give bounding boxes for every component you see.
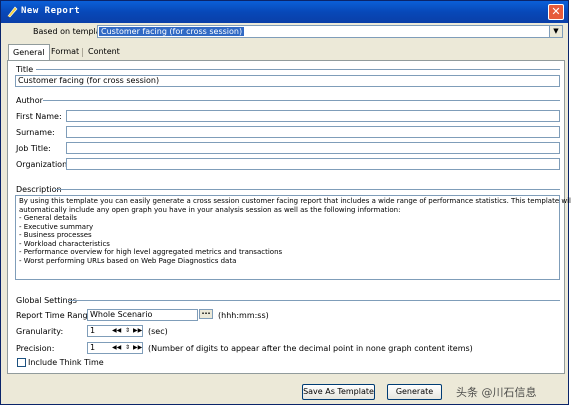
window-title: New Report — [21, 6, 81, 16]
description-line: - Executive summary — [19, 222, 94, 231]
close-button[interactable]: ✕ — [548, 4, 564, 20]
granularity-label: Granularity: — [16, 327, 64, 336]
organization-label: Organization: — [16, 160, 70, 169]
group-divider — [36, 69, 560, 70]
tab-divider — [82, 48, 83, 57]
general-tab-panel: Title Customer facing (for cross session… — [7, 60, 571, 374]
increase-fast-icon[interactable]: ▶▶ — [133, 326, 142, 336]
template-select[interactable]: Customer facing (for cross session) ▼ — [97, 25, 563, 38]
think-time-label: Include Think Time — [28, 358, 104, 367]
chevron-down-icon[interactable]: ▼ — [549, 26, 562, 37]
increase-fast-icon[interactable]: ▶▶ — [133, 343, 142, 353]
tab-format[interactable]: Format — [47, 45, 83, 59]
granularity-unit: (sec) — [148, 327, 168, 336]
author-group-label: Author — [16, 96, 43, 105]
job-title-field[interactable] — [66, 142, 560, 154]
title-bar[interactable]: New Report ✕ — [1, 1, 568, 23]
description-line: - General details — [19, 214, 77, 222]
precision-hint: (Number of digits to appear after the de… — [148, 344, 473, 353]
first-name-field[interactable] — [66, 110, 560, 122]
watermark-logo: 头条 @川石信息 — [456, 386, 537, 399]
new-report-dialog: New Report ✕ Based on template Customer … — [0, 0, 571, 405]
description-textarea[interactable]: By using this template you can easily ge… — [15, 195, 571, 280]
group-divider — [68, 300, 560, 301]
title-input[interactable]: Customer facing (for cross session) — [15, 75, 560, 87]
browse-button[interactable]: ··· — [199, 309, 213, 319]
granularity-stepper[interactable]: 1 ◀◀ ⇕ ▶▶ — [87, 325, 143, 337]
granularity-value: 1 — [90, 326, 96, 335]
description-line: By using this template you can easily ge… — [19, 197, 571, 205]
precision-label: Precision: — [16, 344, 55, 353]
description-line: - Worst performing URLs based on Web Pag… — [19, 256, 237, 265]
description-line: - Business processes — [19, 231, 92, 239]
first-name-label: First Name: — [16, 112, 62, 121]
tab-general[interactable]: General — [8, 44, 50, 61]
job-title-label: Job Title: — [16, 144, 51, 153]
description-line: - Performance overview for high level ag… — [19, 248, 283, 256]
spin-updown-icon[interactable]: ⇕ — [123, 343, 132, 353]
description-line: - Workload characteristics — [19, 239, 110, 248]
precision-stepper[interactable]: 1 ◀◀ ⇕ ▶▶ — [87, 342, 143, 354]
template-selected-value: Customer facing (for cross session) — [99, 27, 245, 36]
time-range-field[interactable]: Whole Scenario — [87, 309, 198, 321]
time-range-label: Report Time Range: — [16, 311, 96, 320]
time-format-hint: (hhh:mm:ss) — [218, 311, 269, 320]
surname-label: Surname: — [16, 128, 55, 137]
tab-content[interactable]: Content — [84, 45, 124, 59]
generate-button[interactable]: Generate — [387, 384, 442, 400]
group-divider — [55, 189, 560, 190]
decrease-fast-icon[interactable]: ◀◀ — [112, 326, 121, 336]
surname-field[interactable] — [66, 126, 560, 138]
save-as-template-button[interactable]: Save As Template — [302, 384, 375, 400]
description-line: automatically include any open graph you… — [19, 205, 401, 214]
group-divider — [43, 100, 560, 101]
title-group-label: Title — [16, 65, 34, 74]
precision-value: 1 — [90, 343, 96, 352]
think-time-checkbox[interactable] — [17, 358, 26, 367]
organization-field[interactable] — [66, 158, 560, 170]
decrease-fast-icon[interactable]: ◀◀ — [112, 343, 121, 353]
pen-icon — [7, 6, 18, 18]
spin-updown-icon[interactable]: ⇕ — [123, 326, 132, 336]
